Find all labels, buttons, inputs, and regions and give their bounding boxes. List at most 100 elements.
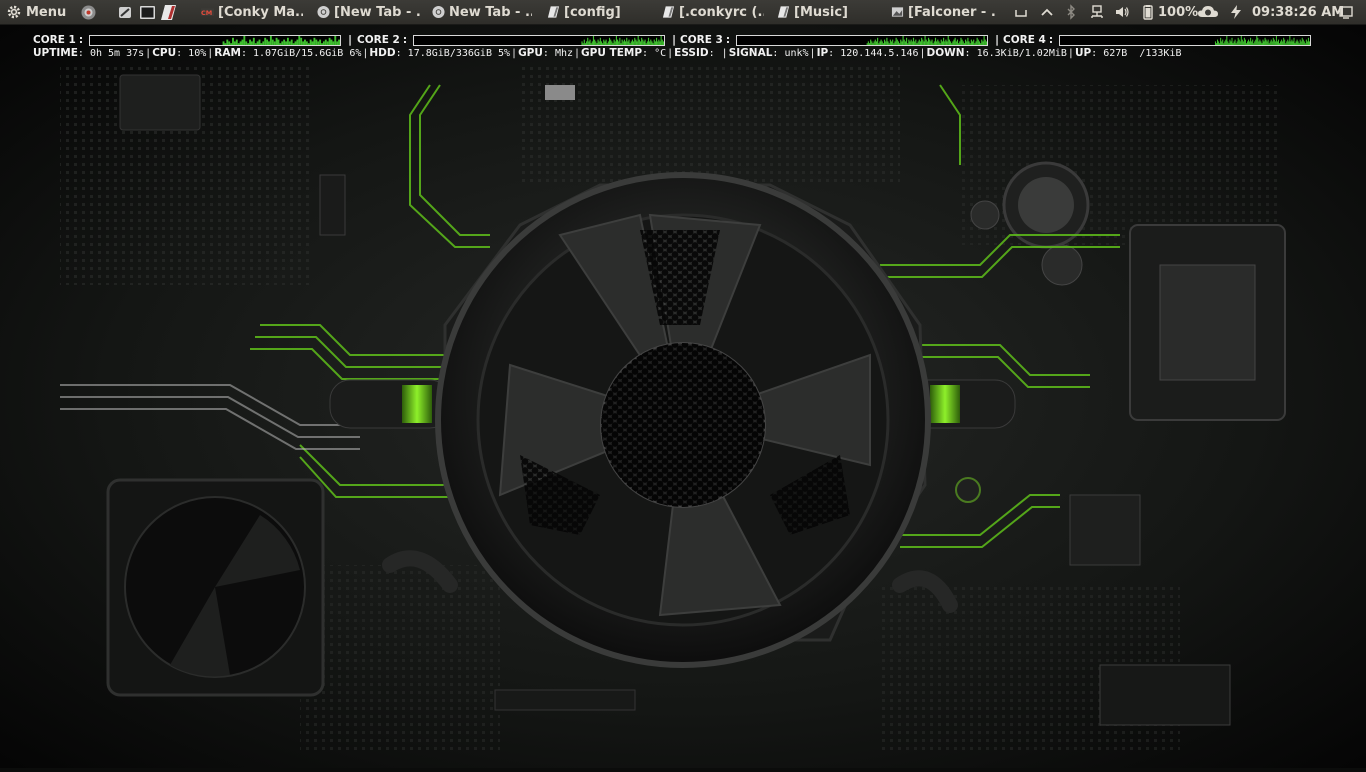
task-button-new-tab-1[interactable]: [New Tab - ... — [317, 0, 421, 24]
session-icon — [1339, 6, 1353, 19]
core-graph-sample — [1259, 39, 1261, 45]
core-divider: | — [672, 34, 676, 46]
tray-bluetooth[interactable] — [1063, 0, 1079, 24]
core-graph-sample — [1261, 42, 1263, 45]
core-graph-sample — [598, 40, 600, 45]
core-graph-sample — [652, 42, 654, 45]
core-graph-sample — [605, 39, 607, 45]
clock[interactable]: 09:38:26 AM — [1252, 0, 1344, 24]
core-graph-sample — [882, 42, 885, 45]
conky-stats-line: UPTIME: 0h 5m 37s|CPU: 10%|RAM: 1.07GiB/… — [33, 47, 1182, 59]
core-graph-sample — [614, 40, 616, 45]
core-graph-sample — [912, 37, 915, 45]
core-graph-sample — [281, 40, 284, 45]
core-graph-sample — [294, 40, 297, 45]
core-graph-sample — [1241, 39, 1243, 45]
core-graph-sample — [606, 42, 608, 45]
menu-button[interactable]: Menu — [6, 0, 66, 24]
tray-session-menu[interactable] — [1338, 0, 1354, 24]
core-graph-sample — [944, 40, 946, 45]
chevron-up-icon — [1041, 8, 1053, 16]
tray-power[interactable] — [1228, 0, 1244, 24]
core-graph-sample — [584, 42, 587, 45]
core-graph-sample — [617, 39, 619, 45]
circuit-board-fan-artwork — [0, 25, 1366, 768]
core-4-graph — [1059, 34, 1312, 46]
core-graph-sample — [596, 42, 598, 45]
tray-expand-arrow[interactable] — [1039, 0, 1055, 24]
task-button-conky-manager[interactable]: CM [Conky Ma... — [201, 0, 303, 24]
launcher-text-editor[interactable] — [160, 0, 177, 24]
core-graph-sample — [945, 39, 947, 45]
core-graph-sample — [582, 42, 584, 45]
core-graph-sample — [304, 39, 306, 45]
core-graph-sample — [961, 39, 963, 45]
core-graph-sample — [1289, 35, 1291, 45]
image-viewer-icon — [891, 7, 904, 17]
task-button-music[interactable]: [Music] — [777, 0, 867, 24]
core-graph-sample — [1296, 39, 1298, 45]
core-graph-sample — [1221, 40, 1223, 45]
tray-show-desktop[interactable] — [1013, 0, 1029, 24]
core-graph-sample — [264, 37, 267, 45]
tray-network[interactable] — [1089, 0, 1105, 24]
core-graph-sample — [1269, 40, 1271, 45]
core-graph-sample — [1229, 39, 1231, 45]
core-graph-sample — [1260, 40, 1262, 45]
launcher-terminal[interactable] — [139, 0, 156, 24]
bluetooth-icon — [1067, 4, 1075, 20]
core-graph-sample — [234, 40, 236, 45]
core-graph-sample — [646, 40, 649, 45]
core-3-row: CORE 3 : | — [680, 34, 999, 46]
core-graph-sample — [1232, 42, 1234, 45]
core-graph-sample — [1297, 40, 1299, 45]
tray-volume[interactable] — [1114, 0, 1130, 24]
core-graph-sample — [940, 39, 942, 45]
core-graph-sample — [285, 40, 288, 45]
core-graph-sample — [309, 39, 312, 45]
task-button-falconer[interactable]: [Falconer - ... — [891, 0, 997, 24]
core-graph-sample — [1302, 39, 1304, 45]
launcher-app-1[interactable] — [80, 0, 97, 24]
core-graph-sample — [899, 42, 901, 45]
task-button-new-tab-2[interactable]: New Tab - ... — [432, 0, 532, 24]
core-graph-sample — [271, 39, 274, 45]
core-graph-sample — [969, 42, 971, 45]
tray-battery[interactable]: 100% — [1140, 0, 1198, 24]
stat-label-hdd: HDD — [369, 47, 396, 59]
core-graph-sample — [873, 40, 875, 45]
core-graph-sample — [877, 37, 879, 45]
core-graph-sample — [933, 40, 935, 45]
task-button-config[interactable]: [config] — [547, 0, 637, 24]
core-graph-sample — [962, 40, 964, 45]
launcher-system-settings[interactable] — [117, 0, 134, 24]
top-panel: Menu CM [Conky Ma... [New Tab - ... — [0, 0, 1366, 25]
core-graph-sample — [1254, 40, 1256, 45]
core-graph-sample — [604, 40, 606, 45]
core-graph-sample — [319, 39, 322, 45]
task-button-conkyrc[interactable]: [.conkyrc (... — [662, 0, 764, 24]
core-graph-sample — [1218, 40, 1220, 45]
core-graph-sample — [1235, 42, 1237, 45]
core-graph-sample — [283, 39, 286, 45]
core-graph-sample — [968, 40, 970, 45]
core-graph-sample — [1246, 42, 1248, 45]
core-graph-sample — [1243, 37, 1245, 45]
lightning-icon — [1231, 5, 1241, 19]
core-graph-sample — [235, 39, 238, 45]
core-graph-sample — [1238, 39, 1240, 45]
core-graph-sample — [311, 40, 314, 45]
show-desktop-icon — [1015, 10, 1027, 17]
core-graph-sample — [900, 39, 902, 45]
stat-value-up: 627B /133KiB — [1103, 48, 1182, 59]
core-graph-sample — [1300, 40, 1302, 45]
core-graph-sample — [901, 40, 903, 45]
core-graph-sample — [1233, 40, 1235, 45]
stat-label-cpu: CPU — [152, 47, 177, 59]
core-graph-sample — [1227, 40, 1229, 45]
core-3-graph — [736, 34, 989, 46]
stat-value-down: 16.3KiB/1.02MiB — [976, 48, 1067, 59]
core-graph-sample — [288, 40, 291, 45]
tray-cloud-sync[interactable] — [1197, 0, 1219, 24]
stat-divider: | — [511, 48, 518, 59]
